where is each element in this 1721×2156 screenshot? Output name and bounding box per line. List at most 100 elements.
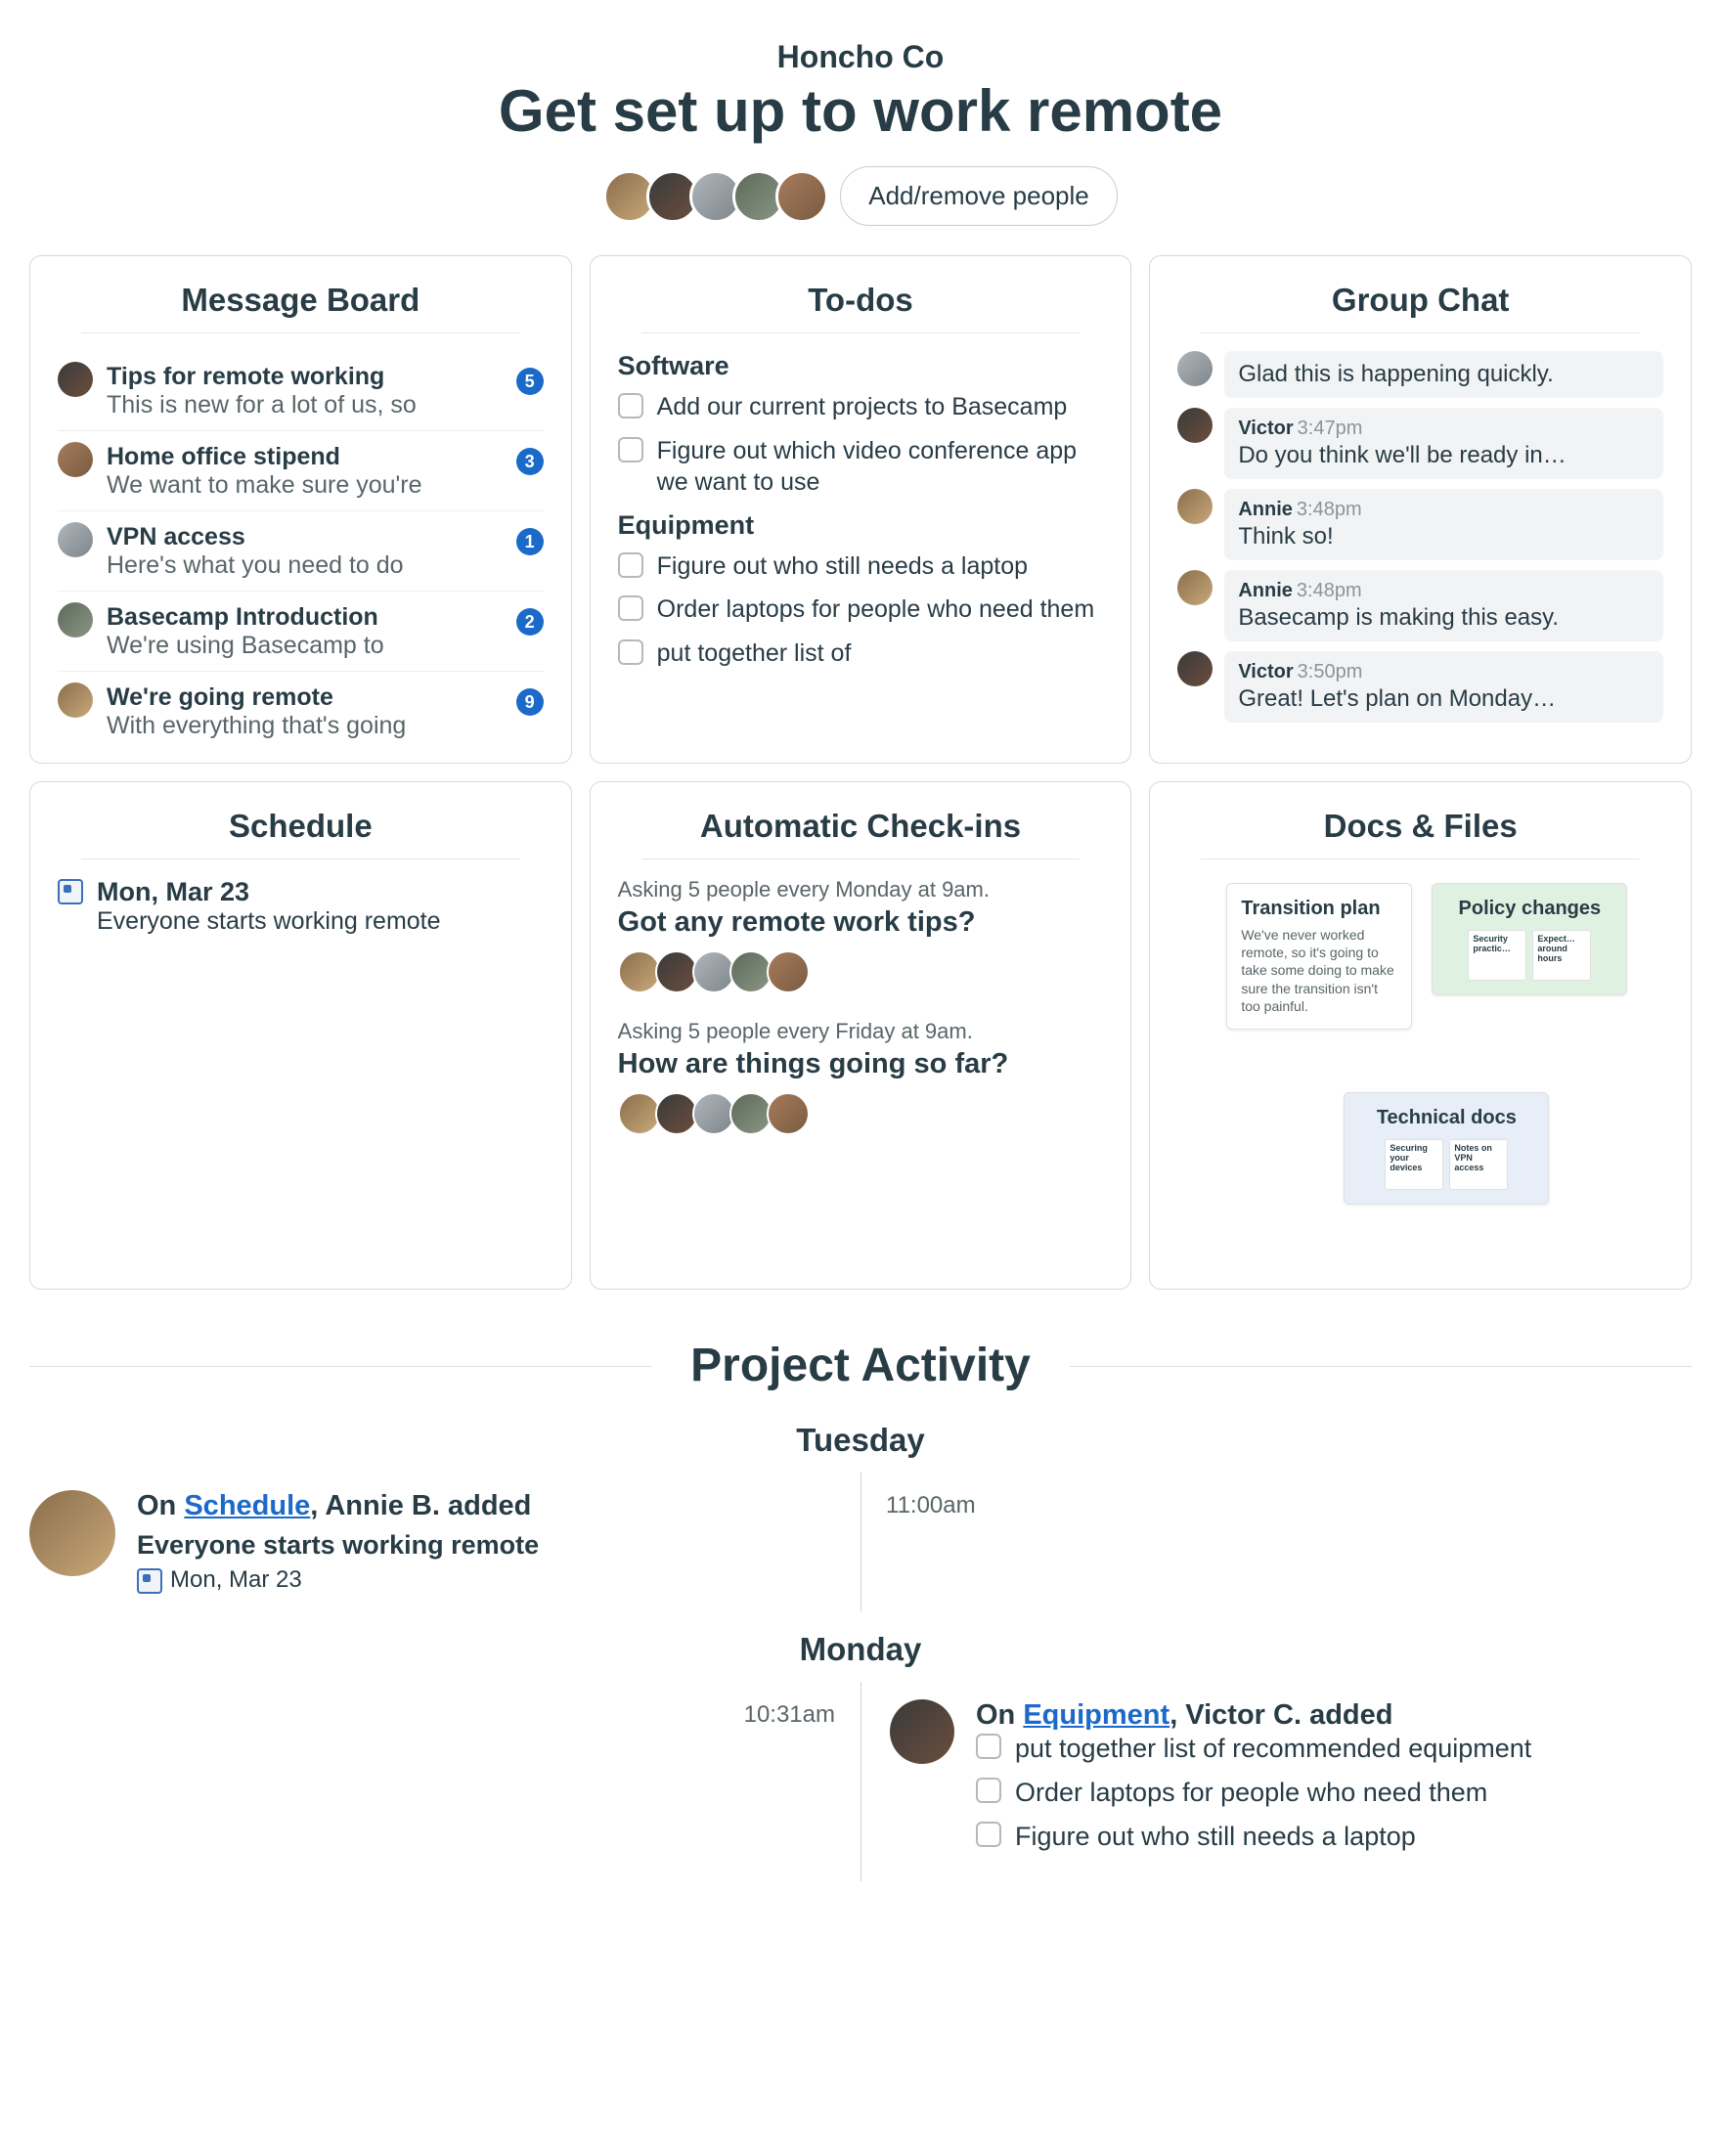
chat-message[interactable]: Annie3:48pmThink so! (1177, 489, 1663, 560)
avatar-icon (1177, 408, 1213, 443)
avatar-icon (58, 602, 93, 638)
activity-date: Mon, Mar 23 (170, 1566, 302, 1594)
checkin-item[interactable]: Asking 5 people every Friday at 9am. How … (618, 1019, 1104, 1135)
checkbox-icon[interactable] (618, 437, 643, 462)
chat-message[interactable]: Glad this is happening quickly. (1177, 351, 1663, 398)
chat-author: Victor (1238, 661, 1293, 682)
checkbox-icon[interactable] (618, 639, 643, 665)
checkin-meta: Asking 5 people every Friday at 9am. (618, 1019, 1104, 1044)
chat-message[interactable]: Annie3:48pmBasecamp is making this easy. (1177, 570, 1663, 641)
message-item[interactable]: Home office stipendWe want to make sure … (58, 431, 544, 511)
message-title: Home office stipend (107, 442, 503, 471)
schedule-item[interactable]: Mon, Mar 23 Everyone starts working remo… (58, 877, 544, 936)
card-title: Group Chat (1201, 282, 1640, 333)
todo-label: put together list of recommended equipme… (1015, 1732, 1531, 1766)
message-board-card[interactable]: Message Board Tips for remote workingThi… (29, 255, 572, 764)
message-excerpt: Here's what you need to do (107, 551, 503, 580)
message-title: Tips for remote working (107, 362, 503, 391)
activity-todo-item[interactable]: put together list of recommended equipme… (976, 1732, 1692, 1766)
group-chat-card[interactable]: Group Chat Glad this is happening quickl… (1149, 255, 1692, 764)
checkin-question: How are things going so far? (618, 1048, 1104, 1080)
avatar-icon (767, 1092, 810, 1135)
message-item[interactable]: VPN accessHere's what you need to do1 (58, 511, 544, 592)
comment-count-badge: 5 (516, 368, 544, 395)
activity-day-label: Monday (29, 1631, 1692, 1668)
todo-item[interactable]: Figure out who still needs a laptop (618, 550, 1104, 583)
checkbox-icon[interactable] (976, 1734, 1001, 1759)
avatar-icon (890, 1699, 954, 1764)
todo-item[interactable]: Figure out which video conference app we… (618, 435, 1104, 499)
header-avatars[interactable] (603, 170, 828, 223)
checkbox-icon[interactable] (618, 552, 643, 578)
activity-link[interactable]: Schedule (184, 1490, 310, 1521)
message-item[interactable]: Tips for remote workingThis is new for a… (58, 351, 544, 431)
activity-link[interactable]: Equipment (1023, 1699, 1169, 1731)
avatar-icon (58, 522, 93, 557)
todo-label: Add our current projects to Basecamp (657, 391, 1068, 423)
message-item[interactable]: We're going remoteWith everything that's… (58, 672, 544, 751)
calendar-icon (58, 879, 83, 904)
doc-thumb-policy[interactable]: Policy changes Security practic… Expect…… (1432, 883, 1627, 995)
doc-thumb-transition[interactable]: Transition plan We've never worked remot… (1226, 883, 1412, 1030)
checkin-meta: Asking 5 people every Monday at 9am. (618, 877, 1104, 902)
checkbox-icon[interactable] (976, 1778, 1001, 1803)
todo-label: Figure out who still needs a laptop (657, 550, 1028, 583)
todos-card[interactable]: To-dos Software Add our current projects … (590, 255, 1132, 764)
todo-label: Figure out which video conference app we… (657, 435, 1104, 499)
activity-entry[interactable]: On Equipment, Victor C. addedput togethe… (29, 1682, 1692, 1881)
checkbox-icon[interactable] (618, 393, 643, 418)
mini-doc: Expect… around hours (1532, 930, 1591, 981)
docs-files-card[interactable]: Docs & Files Transition plan We've never… (1149, 781, 1692, 1290)
avatar-icon (1177, 489, 1213, 524)
avatar-icon (29, 1490, 115, 1576)
activity-day-label: Tuesday (29, 1422, 1692, 1459)
chat-message[interactable]: Victor3:47pmDo you think we'll be ready … (1177, 408, 1663, 479)
activity-headline: On Schedule, Annie B. added (137, 1490, 831, 1522)
avatar-icon (58, 682, 93, 718)
comment-count-badge: 3 (516, 448, 544, 475)
todo-item[interactable]: Add our current projects to Basecamp (618, 391, 1104, 423)
message-item[interactable]: Basecamp IntroductionWe're using Basecam… (58, 592, 544, 672)
checkbox-icon[interactable] (618, 595, 643, 621)
checkbox-icon[interactable] (976, 1822, 1001, 1847)
activity-todo-item[interactable]: Order laptops for people who need them (976, 1776, 1692, 1810)
activity-todo-item[interactable]: Figure out who still needs a laptop (976, 1820, 1692, 1854)
todo-label: Order laptops for people who need them (1015, 1776, 1487, 1810)
card-title: Automatic Check-ins (641, 808, 1081, 859)
message-excerpt: We want to make sure you're (107, 471, 503, 500)
chat-text: Think so! (1238, 523, 1650, 550)
avatar-icon[interactable] (775, 170, 828, 223)
message-title: VPN access (107, 522, 503, 551)
todo-section-title[interactable]: Equipment (618, 510, 1104, 541)
doc-title: Policy changes (1446, 898, 1612, 920)
checkins-card[interactable]: Automatic Check-ins Asking 5 people ever… (590, 781, 1132, 1290)
card-title: Docs & Files (1201, 808, 1640, 859)
activity-entry[interactable]: On Schedule, Annie B. added Everyone star… (29, 1473, 1692, 1611)
doc-thumb-technical[interactable]: Technical docs Securing your devices Not… (1344, 1092, 1549, 1205)
activity-heading: Project Activity (651, 1339, 1070, 1392)
avatar-icon (1177, 351, 1213, 386)
todo-section-title[interactable]: Software (618, 351, 1104, 381)
chat-text: Great! Let's plan on Monday… (1238, 685, 1650, 713)
doc-title: Transition plan (1241, 898, 1397, 920)
chat-time: 3:48pm (1297, 499, 1362, 520)
chat-author: Victor (1238, 418, 1293, 439)
schedule-desc: Everyone starts working remote (97, 907, 441, 936)
avatar-icon (767, 950, 810, 993)
activity-headline: On Equipment, Victor C. added (976, 1699, 1692, 1732)
avatar-icon (1177, 651, 1213, 686)
message-excerpt: This is new for a lot of us, so (107, 391, 503, 419)
activity-subtitle: Everyone starts working remote (137, 1530, 831, 1561)
checkin-item[interactable]: Asking 5 people every Monday at 9am.Got … (618, 877, 1104, 993)
card-title: To-dos (641, 282, 1081, 333)
mini-doc: Notes on VPN access (1449, 1139, 1508, 1190)
doc-body: We've never worked remote, so it's going… (1241, 926, 1397, 1015)
todo-item[interactable]: put together list of (618, 638, 1104, 670)
todo-label: put together list of (657, 638, 852, 670)
chat-text: Basecamp is making this easy. (1238, 604, 1650, 632)
chat-message[interactable]: Victor3:50pmGreat! Let's plan on Monday… (1177, 651, 1663, 723)
todo-label: Order laptops for people who need them (657, 594, 1095, 626)
add-remove-people-button[interactable]: Add/remove people (840, 166, 1117, 226)
schedule-card[interactable]: Schedule Mon, Mar 23 Everyone starts wor… (29, 781, 572, 1290)
todo-item[interactable]: Order laptops for people who need them (618, 594, 1104, 626)
